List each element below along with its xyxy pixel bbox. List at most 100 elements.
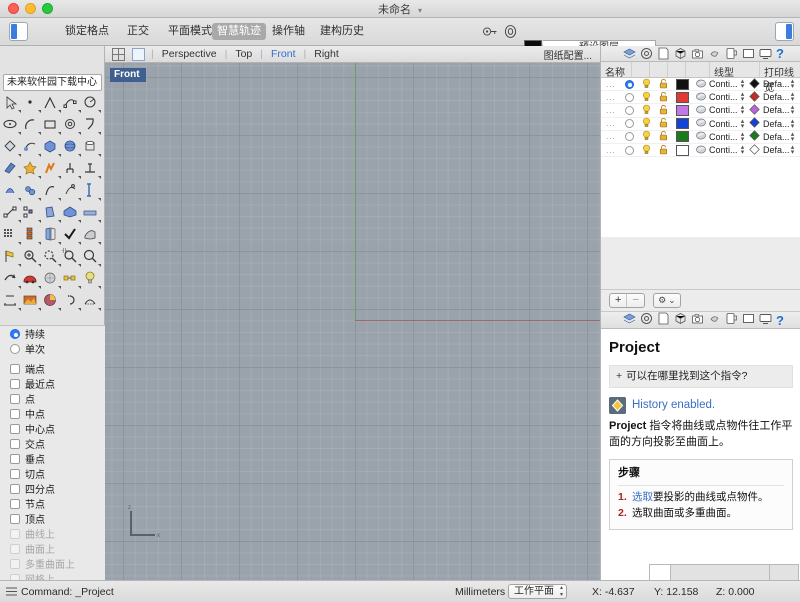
osnap-checkbox-3[interactable]: 中点 (0, 406, 105, 421)
osnap-checkbox-4[interactable]: 中心点 (0, 421, 105, 436)
command-prompt-text[interactable]: Command: _Project (21, 586, 114, 598)
zoom-in-tool[interactable] (22, 248, 42, 268)
chevron-down-icon[interactable]: ▾ (418, 6, 422, 15)
surface-from-curves-tool[interactable] (2, 138, 22, 158)
material-tool[interactable] (62, 270, 82, 290)
checkbox-icon[interactable] (10, 394, 20, 404)
right-panel-toggle-icon[interactable] (775, 22, 794, 41)
viewport-tab-perspective[interactable]: Perspective (160, 48, 219, 60)
checkbox-icon[interactable] (10, 499, 20, 509)
osnap-mode-single[interactable]: 单次 (0, 341, 105, 356)
layer-current-radio[interactable] (625, 80, 634, 89)
light-tool[interactable] (82, 270, 102, 290)
layer-material-icon[interactable] (695, 130, 707, 143)
toolbar-item-lock-grid[interactable]: 锁定格点 (60, 23, 114, 40)
toolbar-item-ortho[interactable]: 正交 (122, 23, 154, 40)
layer-linetype-stepper[interactable]: ▴▾ (739, 105, 746, 115)
layer-print-color-icon[interactable] (749, 144, 760, 157)
named-views-icon[interactable] (742, 312, 755, 328)
box-tool[interactable] (42, 138, 62, 158)
help-icon[interactable]: ? (776, 47, 784, 60)
layer-add-remove-buttons[interactable]: + − (609, 293, 645, 308)
viewport-front[interactable]: Front z x (105, 63, 600, 580)
layer-color-swatch[interactable] (676, 92, 689, 103)
checkbox-icon[interactable] (10, 469, 20, 479)
layer-color-swatch[interactable] (676, 118, 689, 129)
render-mesh-tool[interactable] (42, 270, 62, 290)
checkbox-icon[interactable] (10, 439, 20, 449)
pipe-tool[interactable] (82, 182, 102, 202)
rail-revolve-tool[interactable] (62, 182, 82, 202)
osnap-checkbox-9[interactable]: 节点 (0, 496, 105, 511)
select-arrow-tool[interactable] (2, 94, 22, 114)
layer-visibility-icon[interactable] (641, 117, 652, 130)
help-step-1-link[interactable]: 选取 (632, 491, 653, 503)
layer-print-width-stepper[interactable]: ▴▾ (789, 105, 796, 115)
radio-icon[interactable] (10, 344, 20, 354)
osnap-checkbox-0[interactable]: 端点 (0, 361, 105, 376)
layer-print-color-icon[interactable] (749, 104, 760, 117)
layer-options-button[interactable]: ⚙ ⌄ (653, 293, 681, 308)
layer-visibility-icon[interactable] (641, 104, 652, 117)
object-icon[interactable] (674, 312, 687, 328)
checkbox-icon[interactable] (10, 484, 20, 494)
checkbox-icon[interactable] (10, 409, 20, 419)
viewport-tab-top[interactable]: Top (233, 48, 254, 60)
texture-tool[interactable] (42, 292, 62, 312)
offset-tool[interactable] (42, 204, 62, 224)
layers-icon[interactable] (623, 312, 636, 328)
explode-tool[interactable] (42, 160, 62, 180)
toolbar-item-gumball[interactable]: 操作轴 (267, 23, 310, 40)
layer-list[interactable]: ...Conti...▴▾Defa...▴▾...Conti...▴▾Defa.… (601, 78, 800, 237)
properties-icon[interactable] (640, 312, 653, 328)
viewport-name-label[interactable]: Front (110, 68, 146, 82)
osnap-checkbox-5[interactable]: 交点 (0, 436, 105, 451)
layer-linetype-stepper[interactable]: ▴▾ (739, 132, 746, 142)
layer-visibility-icon[interactable] (641, 78, 652, 91)
monitor-icon[interactable] (759, 312, 772, 328)
layer-linetype[interactable]: Conti... (709, 119, 739, 129)
camera-icon[interactable] (691, 312, 704, 328)
layer-color-swatch[interactable] (676, 105, 689, 116)
flag-tool[interactable] (2, 248, 22, 268)
display-icon[interactable] (725, 312, 738, 328)
layer-color-swatch[interactable] (676, 79, 689, 90)
four-view-layout-icon[interactable] (112, 48, 125, 61)
trim-tool[interactable] (62, 204, 82, 224)
layer-visibility-icon[interactable] (641, 91, 652, 104)
extrude-tool[interactable] (82, 160, 102, 180)
monitor-icon[interactable] (759, 47, 772, 60)
checkbox-icon[interactable] (10, 454, 20, 464)
gradient-tool[interactable] (22, 292, 42, 312)
zoom-window-tool[interactable] (42, 248, 62, 268)
layer-lock-icon[interactable] (658, 130, 669, 143)
radio-icon[interactable] (10, 329, 20, 339)
revolve-tool[interactable] (42, 182, 62, 202)
checkbox-icon[interactable] (10, 379, 20, 389)
pan-tool[interactable] (62, 292, 82, 312)
object-icon[interactable] (674, 47, 687, 60)
tool-search-input[interactable]: 未来软件园下载中心 (3, 74, 102, 91)
shade-tool[interactable] (82, 226, 102, 246)
layer-row[interactable]: ...Conti...▴▾Defa...▴▾ (601, 131, 800, 144)
layout-config-button[interactable]: 图纸配置... (544, 47, 592, 62)
layer-material-icon[interactable] (695, 91, 707, 104)
notes-icon[interactable] (657, 47, 670, 60)
layer-linetype[interactable]: Conti... (709, 132, 739, 142)
osnap-checkbox-1[interactable]: 最近点 (0, 376, 105, 391)
cylinder-tool[interactable] (82, 138, 102, 158)
surface-loft-tool[interactable] (22, 138, 42, 158)
split-tool[interactable] (82, 204, 102, 224)
array-tool[interactable] (2, 226, 22, 246)
layer-linetype-stepper[interactable]: ▴▾ (739, 79, 746, 89)
layer-linetype-stepper[interactable]: ▴▾ (739, 119, 746, 129)
join-tool[interactable] (62, 160, 82, 180)
zoom-selected-tool[interactable] (62, 248, 82, 268)
toolbar-item-history[interactable]: 建构历史 (315, 23, 369, 40)
layer-linetype-stepper[interactable]: ▴▾ (739, 92, 746, 102)
layer-material-icon[interactable] (695, 144, 707, 157)
osnap-mode-persistent[interactable]: 持续 (0, 326, 105, 341)
arc-dim-tool[interactable] (82, 292, 102, 312)
layer-print-color-icon[interactable] (749, 91, 760, 104)
layer-print-width[interactable]: Defa... (763, 105, 789, 115)
